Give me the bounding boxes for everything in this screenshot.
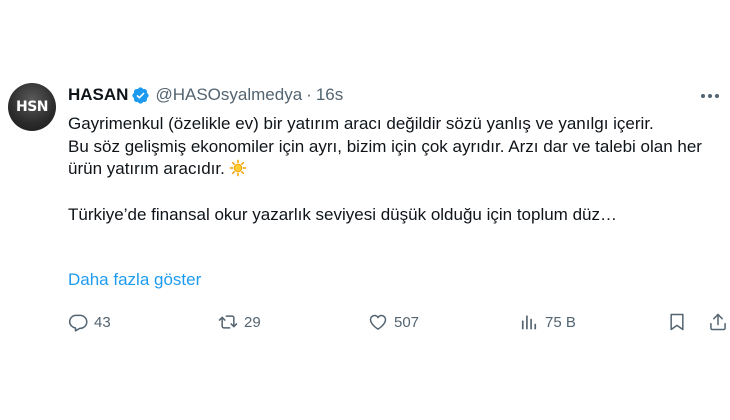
- retweet-count: 29: [244, 313, 261, 331]
- share-icon: [710, 313, 726, 331]
- more-options-button[interactable]: [698, 86, 722, 106]
- tweet-paragraph-1: Gayrimenkul (özelikle ev) bir yatırım ar…: [68, 114, 654, 133]
- user-handle[interactable]: @HASOsyalmedya: [155, 85, 302, 105]
- display-name[interactable]: HASAN: [68, 85, 128, 105]
- views-chart-icon: [521, 315, 537, 330]
- tweet-header: HASAN @HASOsyalmedya · 16s: [68, 84, 343, 106]
- heart-icon: [369, 314, 387, 330]
- tweet-paragraph-2: Bu söz gelişmiş ekonomiler için ayrı, bi…: [68, 136, 708, 181]
- separator-dot: ·: [306, 85, 312, 104]
- verified-badge-icon[interactable]: [131, 86, 150, 105]
- retweet-icon: [218, 315, 238, 329]
- avatar[interactable]: HSN: [8, 83, 56, 131]
- views-button[interactable]: 75 B: [519, 312, 576, 332]
- like-count: 507: [394, 313, 420, 331]
- tweet-paragraph-2-text: Bu söz gelişmiş ekonomiler için ayrı, bi…: [68, 136, 702, 179]
- tweet-actions: 43 29 507 75 B: [68, 312, 728, 336]
- bookmark-icon: [670, 313, 684, 331]
- more-dots-icon: [701, 94, 719, 98]
- timestamp[interactable]: 16s: [316, 85, 343, 105]
- view-count: 75 B: [545, 313, 576, 331]
- bookmark-button[interactable]: [667, 312, 687, 332]
- reply-count: 43: [94, 313, 111, 331]
- tweet[interactable]: HSN HASAN @HASOsyalmedya · 16s Gayrimenk…: [0, 0, 730, 420]
- avatar-logo-text: HSN: [15, 99, 49, 115]
- sun-emoji-icon: [229, 159, 247, 177]
- like-button[interactable]: 507: [368, 312, 419, 332]
- show-more-link[interactable]: Daha fazla göster: [68, 270, 201, 290]
- tweet-paragraph-3: Türkiye’de finansal okur yazarlık seviye…: [68, 204, 617, 224]
- tweet-text: Gayrimenkul (özelikle ev) bir yatırım ar…: [68, 113, 708, 226]
- share-button[interactable]: [708, 312, 728, 332]
- reply-button[interactable]: 43: [68, 312, 111, 332]
- retweet-button[interactable]: 29: [218, 312, 261, 332]
- reply-icon: [68, 314, 88, 332]
